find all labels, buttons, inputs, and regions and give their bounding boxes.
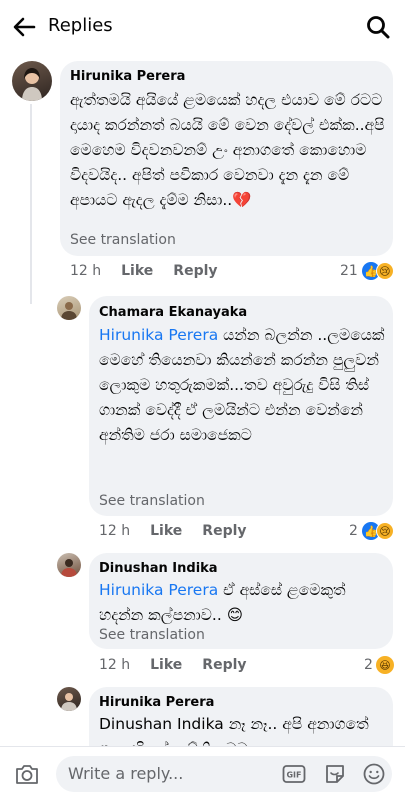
haha-reaction-icon: 😆 <box>375 656 394 674</box>
comment-time: 12 h <box>99 657 131 673</box>
reply-bubble[interactable]: Dinushan Indika Hirunika Perera ඒ අස්සේ … <box>89 553 393 649</box>
like-button[interactable]: Like <box>121 263 153 279</box>
comment-actions: 12 h Like Reply <box>99 523 247 539</box>
like-button[interactable]: Like <box>150 657 182 673</box>
comment-author[interactable]: Dinushan Indika <box>99 561 218 576</box>
avatar[interactable] <box>57 553 81 577</box>
reaction-summary[interactable]: 2 👍 😢 <box>349 522 394 540</box>
comment-author[interactable]: Chamara Ekanayaka <box>99 305 247 320</box>
sad-reaction-icon: 😢 <box>375 522 394 540</box>
mention-text[interactable]: Dinushan Indika <box>99 715 224 733</box>
comment-time: 12 h <box>70 263 102 279</box>
comment-bubble[interactable]: Hirunika Perera ඇත්තමයි අයියේ ළමයෙක් හදල… <box>60 61 393 256</box>
see-translation-link[interactable]: See translation <box>70 232 176 248</box>
gif-icon[interactable]: GIF <box>282 762 306 786</box>
search-icon[interactable] <box>364 13 392 41</box>
reaction-summary[interactable]: 2 😆 <box>364 656 394 674</box>
reaction-count: 21 <box>340 263 358 279</box>
mention-link[interactable]: Hirunika Perera <box>99 581 218 599</box>
like-button[interactable]: Like <box>150 523 182 539</box>
see-translation-link[interactable]: See translation <box>99 493 205 509</box>
reaction-summary[interactable]: 21 👍 😢 <box>340 262 394 280</box>
reaction-count: 2 <box>364 657 373 673</box>
sad-reaction-icon: 😢 <box>375 262 394 280</box>
comment-author[interactable]: Hirunika Perera <box>99 695 214 710</box>
avatar-photo-icon <box>61 302 77 320</box>
reply-input-placeholder[interactable]: Write a reply... <box>68 764 183 783</box>
comment-actions: 12 h Like Reply <box>99 657 247 673</box>
thread-line <box>30 104 32 304</box>
comment-text: ඇත්තමයි අයියේ ළමයෙක් හදල එයාව මේ රටට දාය… <box>70 91 385 209</box>
comment-text: Hirunika Perera ඒ අස්සේ ළමෙකුත් හදන්න කල… <box>99 578 387 628</box>
gif-label: GIF <box>286 771 301 780</box>
avatar[interactable] <box>57 687 81 711</box>
reply-button[interactable]: Reply <box>173 263 217 279</box>
avatar-photo-icon <box>22 68 42 101</box>
reaction-count: 2 <box>349 523 358 539</box>
avatar-photo-icon <box>61 559 77 577</box>
back-arrow-icon[interactable] <box>10 13 38 41</box>
comment-actions: 12 h Like Reply <box>70 263 218 279</box>
reply-bubble[interactable]: Chamara Ekanayaka Hirunika Perera යන්න බ… <box>89 296 393 516</box>
app-bar: Replies <box>0 0 405 54</box>
camera-icon[interactable] <box>14 762 40 786</box>
comment-author[interactable]: Hirunika Perera <box>70 69 185 84</box>
comment-time: 12 h <box>99 523 131 539</box>
mention-link[interactable]: Hirunika Perera <box>99 326 218 344</box>
avatar-photo-icon <box>61 693 77 711</box>
reply-button[interactable]: Reply <box>202 657 246 673</box>
page-title: Replies <box>48 15 113 36</box>
see-translation-link[interactable]: See translation <box>99 627 205 643</box>
comment-text: Hirunika Perera යන්න බලන්න ..ලමයෙක් මෙහේ… <box>99 323 387 448</box>
reply-composer: Write a reply... GIF <box>0 746 405 800</box>
sticker-icon[interactable] <box>323 762 347 786</box>
avatar[interactable] <box>57 296 81 320</box>
reply-button[interactable]: Reply <box>202 523 246 539</box>
avatar[interactable] <box>12 61 52 101</box>
emoji-icon[interactable] <box>362 762 386 786</box>
